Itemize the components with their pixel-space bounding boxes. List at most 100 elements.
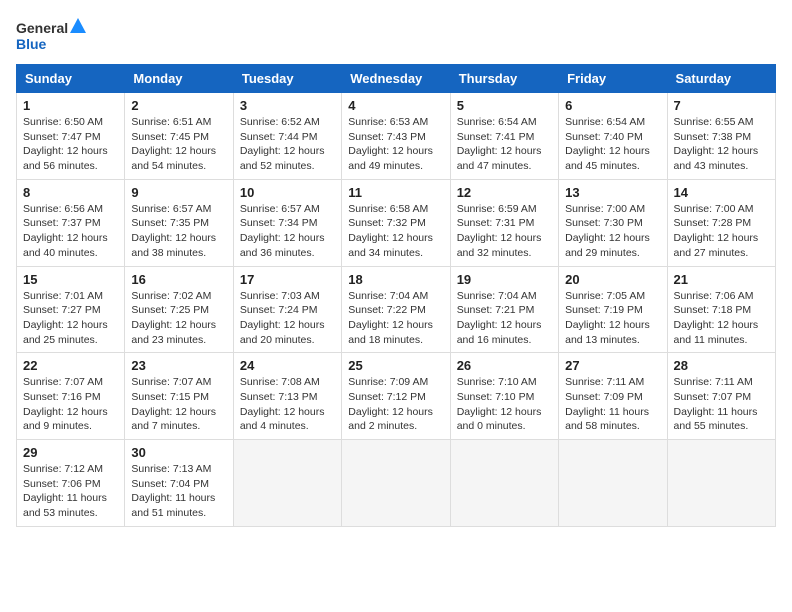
day-cell-1: 1 Sunrise: 6:50 AMSunset: 7:47 PMDayligh… [17, 93, 125, 180]
day-info: Sunrise: 7:01 AMSunset: 7:27 PMDaylight:… [23, 290, 108, 346]
page-header: General Blue [16, 16, 776, 56]
day-cell-26: 26 Sunrise: 7:10 AMSunset: 7:10 PMDaylig… [450, 353, 558, 440]
day-cell-23: 23 Sunrise: 7:07 AMSunset: 7:15 PMDaylig… [125, 353, 233, 440]
day-info: Sunrise: 6:54 AMSunset: 7:40 PMDaylight:… [565, 116, 650, 172]
day-number: 21 [674, 272, 769, 287]
day-number: 1 [23, 98, 118, 113]
svg-text:General: General [16, 20, 68, 36]
day-cell-11: 11 Sunrise: 6:58 AMSunset: 7:32 PMDaylig… [342, 179, 450, 266]
day-info: Sunrise: 6:51 AMSunset: 7:45 PMDaylight:… [131, 116, 216, 172]
day-info: Sunrise: 7:04 AMSunset: 7:21 PMDaylight:… [457, 290, 542, 346]
day-cell-20: 20 Sunrise: 7:05 AMSunset: 7:19 PMDaylig… [559, 266, 667, 353]
day-number: 8 [23, 185, 118, 200]
day-info: Sunrise: 7:03 AMSunset: 7:24 PMDaylight:… [240, 290, 325, 346]
day-number: 4 [348, 98, 443, 113]
calendar-header-sunday: Sunday [17, 65, 125, 93]
day-number: 14 [674, 185, 769, 200]
day-number: 7 [674, 98, 769, 113]
day-number: 20 [565, 272, 660, 287]
empty-cell [450, 440, 558, 527]
day-number: 3 [240, 98, 335, 113]
calendar-header-row: SundayMondayTuesdayWednesdayThursdayFrid… [17, 65, 776, 93]
day-info: Sunrise: 6:58 AMSunset: 7:32 PMDaylight:… [348, 203, 433, 259]
calendar-header-saturday: Saturday [667, 65, 775, 93]
calendar-header-friday: Friday [559, 65, 667, 93]
day-info: Sunrise: 6:57 AMSunset: 7:35 PMDaylight:… [131, 203, 216, 259]
calendar-week-3: 15 Sunrise: 7:01 AMSunset: 7:27 PMDaylig… [17, 266, 776, 353]
day-cell-16: 16 Sunrise: 7:02 AMSunset: 7:25 PMDaylig… [125, 266, 233, 353]
day-cell-9: 9 Sunrise: 6:57 AMSunset: 7:35 PMDayligh… [125, 179, 233, 266]
day-number: 27 [565, 358, 660, 373]
day-info: Sunrise: 7:10 AMSunset: 7:10 PMDaylight:… [457, 376, 542, 432]
day-cell-7: 7 Sunrise: 6:55 AMSunset: 7:38 PMDayligh… [667, 93, 775, 180]
day-cell-18: 18 Sunrise: 7:04 AMSunset: 7:22 PMDaylig… [342, 266, 450, 353]
day-cell-29: 29 Sunrise: 7:12 AMSunset: 7:06 PMDaylig… [17, 440, 125, 527]
day-cell-22: 22 Sunrise: 7:07 AMSunset: 7:16 PMDaylig… [17, 353, 125, 440]
day-cell-12: 12 Sunrise: 6:59 AMSunset: 7:31 PMDaylig… [450, 179, 558, 266]
day-cell-19: 19 Sunrise: 7:04 AMSunset: 7:21 PMDaylig… [450, 266, 558, 353]
logo: General Blue [16, 16, 86, 56]
day-cell-3: 3 Sunrise: 6:52 AMSunset: 7:44 PMDayligh… [233, 93, 341, 180]
calendar-week-4: 22 Sunrise: 7:07 AMSunset: 7:16 PMDaylig… [17, 353, 776, 440]
calendar-week-5: 29 Sunrise: 7:12 AMSunset: 7:06 PMDaylig… [17, 440, 776, 527]
day-number: 5 [457, 98, 552, 113]
day-cell-28: 28 Sunrise: 7:11 AMSunset: 7:07 PMDaylig… [667, 353, 775, 440]
day-info: Sunrise: 7:09 AMSunset: 7:12 PMDaylight:… [348, 376, 433, 432]
empty-cell [342, 440, 450, 527]
day-number: 19 [457, 272, 552, 287]
day-info: Sunrise: 7:07 AMSunset: 7:15 PMDaylight:… [131, 376, 216, 432]
day-info: Sunrise: 6:55 AMSunset: 7:38 PMDaylight:… [674, 116, 759, 172]
empty-cell [667, 440, 775, 527]
day-cell-8: 8 Sunrise: 6:56 AMSunset: 7:37 PMDayligh… [17, 179, 125, 266]
day-number: 30 [131, 445, 226, 460]
day-number: 15 [23, 272, 118, 287]
day-info: Sunrise: 7:06 AMSunset: 7:18 PMDaylight:… [674, 290, 759, 346]
day-info: Sunrise: 7:07 AMSunset: 7:16 PMDaylight:… [23, 376, 108, 432]
logo-svg: General Blue [16, 16, 86, 56]
day-cell-4: 4 Sunrise: 6:53 AMSunset: 7:43 PMDayligh… [342, 93, 450, 180]
day-cell-14: 14 Sunrise: 7:00 AMSunset: 7:28 PMDaylig… [667, 179, 775, 266]
day-number: 12 [457, 185, 552, 200]
day-number: 26 [457, 358, 552, 373]
day-cell-13: 13 Sunrise: 7:00 AMSunset: 7:30 PMDaylig… [559, 179, 667, 266]
day-number: 18 [348, 272, 443, 287]
day-cell-17: 17 Sunrise: 7:03 AMSunset: 7:24 PMDaylig… [233, 266, 341, 353]
day-cell-25: 25 Sunrise: 7:09 AMSunset: 7:12 PMDaylig… [342, 353, 450, 440]
empty-cell [233, 440, 341, 527]
day-cell-24: 24 Sunrise: 7:08 AMSunset: 7:13 PMDaylig… [233, 353, 341, 440]
day-cell-27: 27 Sunrise: 7:11 AMSunset: 7:09 PMDaylig… [559, 353, 667, 440]
calendar-week-1: 1 Sunrise: 6:50 AMSunset: 7:47 PMDayligh… [17, 93, 776, 180]
day-info: Sunrise: 7:02 AMSunset: 7:25 PMDaylight:… [131, 290, 216, 346]
day-number: 23 [131, 358, 226, 373]
calendar-header-tuesday: Tuesday [233, 65, 341, 93]
day-number: 2 [131, 98, 226, 113]
calendar-table: SundayMondayTuesdayWednesdayThursdayFrid… [16, 64, 776, 527]
calendar-header-thursday: Thursday [450, 65, 558, 93]
calendar-body: 1 Sunrise: 6:50 AMSunset: 7:47 PMDayligh… [17, 93, 776, 527]
calendar-week-2: 8 Sunrise: 6:56 AMSunset: 7:37 PMDayligh… [17, 179, 776, 266]
day-info: Sunrise: 7:00 AMSunset: 7:28 PMDaylight:… [674, 203, 759, 259]
day-number: 9 [131, 185, 226, 200]
day-info: Sunrise: 6:52 AMSunset: 7:44 PMDaylight:… [240, 116, 325, 172]
day-number: 28 [674, 358, 769, 373]
day-info: Sunrise: 7:08 AMSunset: 7:13 PMDaylight:… [240, 376, 325, 432]
day-number: 11 [348, 185, 443, 200]
svg-text:Blue: Blue [16, 36, 47, 52]
calendar-header-monday: Monday [125, 65, 233, 93]
day-info: Sunrise: 7:00 AMSunset: 7:30 PMDaylight:… [565, 203, 650, 259]
day-number: 17 [240, 272, 335, 287]
day-info: Sunrise: 6:50 AMSunset: 7:47 PMDaylight:… [23, 116, 108, 172]
day-info: Sunrise: 6:53 AMSunset: 7:43 PMDaylight:… [348, 116, 433, 172]
day-cell-30: 30 Sunrise: 7:13 AMSunset: 7:04 PMDaylig… [125, 440, 233, 527]
day-number: 25 [348, 358, 443, 373]
day-number: 16 [131, 272, 226, 287]
calendar-header-wednesday: Wednesday [342, 65, 450, 93]
day-info: Sunrise: 7:13 AMSunset: 7:04 PMDaylight:… [131, 463, 215, 519]
day-info: Sunrise: 6:54 AMSunset: 7:41 PMDaylight:… [457, 116, 542, 172]
day-number: 29 [23, 445, 118, 460]
day-cell-5: 5 Sunrise: 6:54 AMSunset: 7:41 PMDayligh… [450, 93, 558, 180]
day-info: Sunrise: 7:05 AMSunset: 7:19 PMDaylight:… [565, 290, 650, 346]
day-info: Sunrise: 7:04 AMSunset: 7:22 PMDaylight:… [348, 290, 433, 346]
day-info: Sunrise: 7:11 AMSunset: 7:09 PMDaylight:… [565, 376, 649, 432]
day-number: 22 [23, 358, 118, 373]
